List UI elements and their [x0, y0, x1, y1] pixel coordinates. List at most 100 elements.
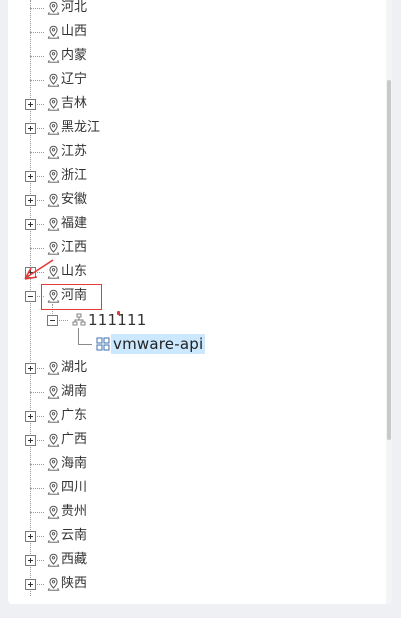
location-pin-icon — [47, 361, 60, 375]
location-pin-icon — [47, 265, 60, 279]
tree-node-label: 江苏 — [61, 144, 88, 159]
tree-branch-line — [30, 248, 44, 249]
tree-node-province[interactable]: 福建 — [47, 214, 87, 234]
tree-branch-line — [30, 152, 44, 153]
tree-node-province[interactable]: 广西 — [47, 430, 87, 450]
location-pin-icon — [47, 289, 60, 303]
tree-node-province[interactable]: 陕西 — [47, 574, 87, 594]
tree-node-province[interactable]: 海南 — [47, 454, 87, 474]
tree-node-label: 广东 — [61, 408, 88, 423]
expand-toggle-icon[interactable] — [25, 531, 36, 542]
tree-node-label: 海南 — [61, 456, 88, 471]
tree-node-province[interactable]: 内蒙 — [47, 46, 87, 66]
expand-toggle-icon[interactable] — [25, 123, 36, 134]
annotation-mark — [117, 311, 120, 315]
collapse-toggle-icon[interactable] — [47, 315, 58, 326]
grandchild-branch-line — [78, 344, 92, 345]
location-pin-icon — [47, 409, 60, 423]
location-pin-icon — [47, 1, 60, 15]
tree-node-label: 山西 — [61, 24, 88, 39]
tree-node-label: 广西 — [61, 432, 88, 447]
tree-node-label: 四川 — [61, 480, 88, 495]
tree-node-label: 黑龙江 — [61, 120, 101, 135]
tree-node-province[interactable]: 广东 — [47, 406, 87, 426]
tree-node-label: 河南 — [61, 288, 88, 303]
location-pin-icon — [47, 553, 60, 567]
expand-toggle-icon[interactable] — [25, 195, 36, 206]
tree-node-label: 山东 — [61, 264, 88, 279]
tree-node-province[interactable]: 西藏 — [47, 550, 87, 570]
location-pin-icon — [47, 145, 60, 159]
tree-node-label: 湖南 — [61, 384, 88, 399]
location-pin-icon — [47, 385, 60, 399]
tree-node-label: 内蒙 — [61, 48, 88, 63]
tree-node-province[interactable]: 辽宁 — [47, 70, 87, 90]
tree-node-label: vmware-api — [111, 334, 206, 354]
location-pin-icon — [47, 433, 60, 447]
location-pin-icon — [47, 169, 60, 183]
tree-node-province[interactable]: 河北 — [47, 0, 87, 18]
tree-node-province[interactable]: 湖南 — [47, 382, 87, 402]
tree-branch-line — [30, 392, 44, 393]
tree-node-label: 福建 — [61, 216, 88, 231]
tree-node-province[interactable]: 云南 — [47, 526, 87, 546]
tree-node-province[interactable]: 安徽 — [47, 190, 87, 210]
location-pin-icon — [47, 193, 60, 207]
tree-node-host[interactable]: 111111 — [72, 310, 146, 330]
expand-toggle-icon[interactable] — [25, 555, 36, 566]
tree-branch-line — [30, 80, 44, 81]
grandchild-branch-line — [78, 328, 79, 344]
vertical-scrollbar[interactable] — [386, 0, 392, 604]
expand-toggle-icon[interactable] — [25, 435, 36, 446]
location-pin-icon — [47, 457, 60, 471]
location-pin-icon — [47, 481, 60, 495]
location-pin-icon — [47, 73, 60, 87]
location-pin-icon — [47, 241, 60, 255]
tree-node-province[interactable]: 山西 — [47, 22, 87, 42]
expand-toggle-icon[interactable] — [25, 99, 36, 110]
tree-branch-line — [30, 56, 44, 57]
expand-toggle-icon[interactable] — [25, 219, 36, 230]
tree-node-label: 湖北 — [61, 360, 88, 375]
expand-toggle-icon[interactable] — [25, 171, 36, 182]
tree-node-label: 西藏 — [61, 552, 88, 567]
location-pin-icon — [47, 25, 60, 39]
tree-node-label: 陕西 — [61, 576, 88, 591]
expand-toggle-icon[interactable] — [25, 579, 36, 590]
expand-toggle-icon[interactable] — [25, 363, 36, 374]
tree-node-label: 浙江 — [61, 168, 88, 183]
location-pin-icon — [47, 577, 60, 591]
tree-node-label: 云南 — [61, 528, 88, 543]
tree-node-label: 辽宁 — [61, 72, 88, 87]
location-pin-icon — [47, 217, 60, 231]
tree-branch-line — [30, 488, 44, 489]
collapse-toggle-icon[interactable] — [25, 291, 36, 302]
tree-node-vmware-api[interactable]: vmware-api — [96, 334, 206, 354]
expand-toggle-icon[interactable] — [25, 267, 36, 278]
tree-node-label: 安徽 — [61, 192, 88, 207]
tree-node-province[interactable]: 四川 — [47, 478, 87, 498]
tree-node-province[interactable]: 贵州 — [47, 502, 87, 522]
location-pin-icon — [47, 529, 60, 543]
location-pin-icon — [47, 49, 60, 63]
location-pin-icon — [47, 97, 60, 111]
scrollbar-thumb[interactable] — [387, 80, 391, 440]
tree-node-province[interactable]: 江西 — [47, 238, 87, 258]
tree-node-province[interactable]: 湖北 — [47, 358, 87, 378]
tree-node-label: 贵州 — [61, 504, 88, 519]
tree-branch-line — [30, 32, 44, 33]
expand-toggle-icon[interactable] — [25, 411, 36, 422]
tree-node-label: 河北 — [61, 0, 88, 15]
tree-node-province[interactable]: 江苏 — [47, 142, 87, 162]
grid-app-icon — [96, 337, 110, 351]
tree-node-province[interactable]: 浙江 — [47, 166, 87, 186]
tree-branch-line — [30, 464, 44, 465]
tree-node-province[interactable]: 黑龙江 — [47, 118, 100, 138]
tree-node-province[interactable]: 山东 — [47, 262, 87, 282]
tree-node-province[interactable]: 河南 — [47, 286, 87, 306]
tree-node-province[interactable]: 吉林 — [47, 94, 87, 114]
tree-branch-line — [30, 8, 44, 9]
location-pin-icon — [47, 505, 60, 519]
tree-node-label: 吉林 — [61, 96, 88, 111]
tree-branch-line — [30, 512, 44, 513]
